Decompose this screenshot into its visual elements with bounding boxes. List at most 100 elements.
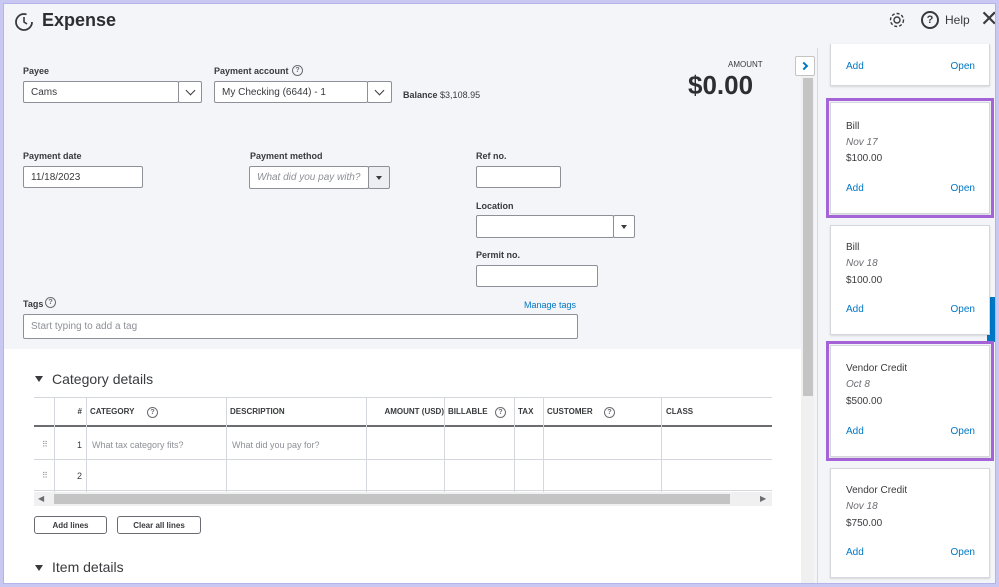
description-cell[interactable] [232,460,362,491]
caret-down-icon [621,224,627,229]
ref-no-field[interactable] [476,166,561,188]
card-date: Nov 18 [846,501,878,512]
payment-account-dropdown-button[interactable] [367,81,392,103]
card-date: Nov 17 [846,137,878,148]
transaction-card: Bill Nov 17 $100.00 Add Open [826,98,994,218]
column-divider [366,398,367,492]
expense-history-icon [15,13,33,31]
caret-down-icon [376,175,382,180]
card-amount: $100.00 [846,275,883,286]
balance-value: $3,108.95 [440,90,481,100]
help-label[interactable]: Help [945,13,970,27]
col-tax-header: TAX [518,398,542,427]
permit-no-label: Permit no. [476,250,521,260]
chevron-right-icon [799,61,808,71]
balance-label: Balance [403,90,438,100]
category-cell[interactable]: What tax category fits? [92,429,222,460]
category-table: # CATEGORY ? DESCRIPTION AMOUNT (USD) BI… [34,397,772,492]
location-dropdown-button[interactable] [613,215,635,238]
card-type: Bill [846,121,860,132]
chevron-down-icon [374,85,385,95]
add-link[interactable]: Add [846,183,864,194]
payment-account-field[interactable]: My Checking (6644) - 1 [214,81,368,103]
card-amount: $500.00 [846,396,883,407]
collapse-icon[interactable] [35,376,43,382]
open-link[interactable]: Open [951,547,975,558]
column-divider [444,398,445,492]
add-link[interactable]: Add [846,426,864,437]
gear-icon[interactable] [888,11,906,29]
drag-handle-icon[interactable]: ⠿ [42,441,50,449]
payee-dropdown-button[interactable] [178,81,202,103]
open-link[interactable]: Open [951,61,975,72]
payee-field[interactable]: Cams [23,81,179,103]
tags-label: Tags [23,299,44,309]
toggle-panel-button[interactable] [795,56,815,76]
permit-no-field[interactable] [476,265,598,287]
help-icon[interactable]: ? [147,407,158,418]
open-link[interactable]: Open [951,183,975,194]
add-link[interactable]: Add [846,61,864,72]
amount-value: $0.00 [688,70,754,100]
help-icon[interactable]: ? [495,407,506,418]
manage-tags-link[interactable]: Manage tags [524,300,576,310]
clear-all-lines-button[interactable]: Clear all lines [117,516,201,534]
payment-date-label: Payment date [23,151,82,161]
help-icon[interactable]: ? [292,65,303,76]
scroll-left-icon[interactable]: ◀ [38,494,44,503]
col-customer-header: CUSTOMER [547,398,607,427]
open-link[interactable]: Open [951,304,975,315]
category-details-title[interactable]: Category details [52,371,153,387]
transaction-card: Vendor Credit Oct 8 $500.00 Add Open [826,341,994,461]
help-icon[interactable]: ? [604,407,615,418]
payment-method-field[interactable]: What did you pay with? [249,166,369,189]
card-type: Bill [846,242,860,253]
open-link[interactable]: Open [951,426,975,437]
col-num-header: # [70,398,82,427]
column-divider [226,398,227,492]
payee-label: Payee [23,66,50,76]
location-field[interactable] [476,215,614,238]
row-number: 2 [76,470,82,481]
close-icon[interactable]: ✕ [980,8,995,30]
header: Expense ? Help ✕ [4,4,995,40]
add-lines-button[interactable]: Add lines [34,516,107,534]
card-amount: $100.00 [846,153,883,164]
payment-method-label: Payment method [250,151,323,161]
payment-method-dropdown-button[interactable] [368,166,390,189]
card-date: Oct 8 [846,379,870,390]
chevron-down-icon [185,85,195,95]
card-date: Nov 18 [846,258,878,269]
collapse-icon[interactable] [35,565,43,571]
item-details-title[interactable]: Item details [52,559,124,575]
card-amount: $750.00 [846,518,883,529]
category-cell[interactable] [92,460,222,491]
tags-input[interactable]: Start typing to add a tag [23,314,578,339]
transaction-card: Bill Nov 18 $100.00 Add Open [830,225,990,335]
payment-account-label: Payment account [214,66,289,76]
horizontal-scroll-thumb[interactable] [54,494,730,504]
drag-handle-icon[interactable]: ⠿ [42,472,50,480]
column-divider [514,398,515,492]
vertical-scroll-thumb[interactable] [803,78,813,396]
scroll-right-icon[interactable]: ▶ [760,494,766,503]
add-link[interactable]: Add [846,304,864,315]
page-title: Expense [42,10,117,30]
payment-date-field[interactable]: 11/18/2023 [23,166,143,188]
col-description-header: DESCRIPTION [230,398,330,427]
help-icon[interactable]: ? [921,11,939,29]
column-divider [543,398,544,492]
help-icon[interactable]: ? [45,297,56,308]
description-cell[interactable]: What did you pay for? [232,429,362,460]
add-link[interactable]: Add [846,547,864,558]
col-billable-header: BILLABLE [448,398,498,427]
transaction-card: Vendor Credit Nov 18 $750.00 Add Open [830,468,990,578]
column-divider [86,398,87,492]
col-category-header: CATEGORY [90,398,170,427]
amount-label: AMOUNT [728,60,763,69]
ref-no-label: Ref no. [476,151,507,161]
location-label: Location [476,201,514,211]
row-number: 1 [76,439,82,450]
column-divider [661,398,662,492]
card-type: Vendor Credit [846,363,908,374]
